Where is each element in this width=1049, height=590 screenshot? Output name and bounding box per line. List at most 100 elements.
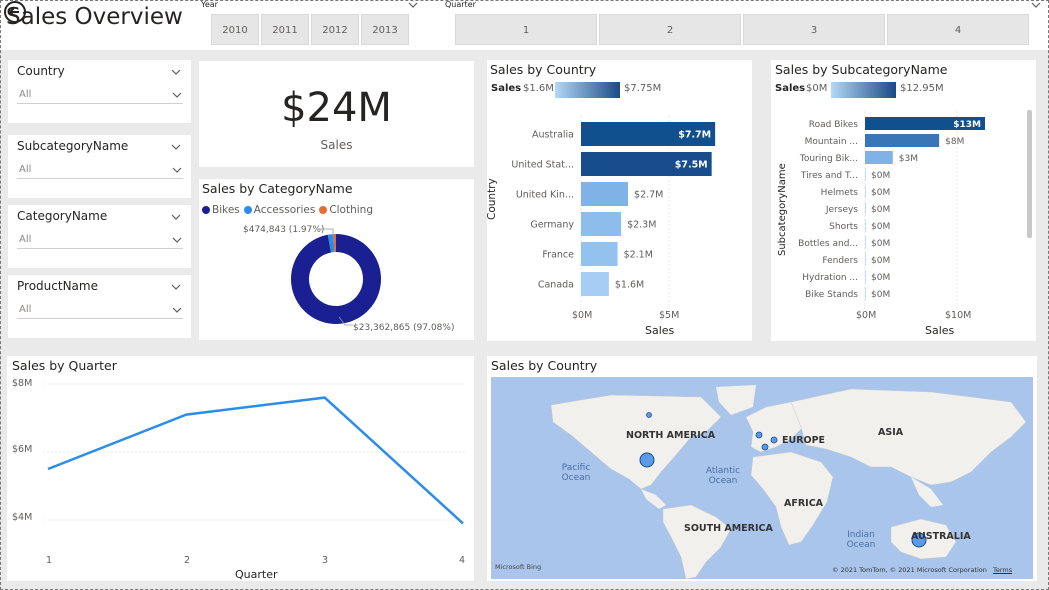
chevron-down-icon[interactable]	[408, 1, 418, 9]
quarter-tile[interactable]: 1	[455, 14, 597, 45]
bar-value-label: $3M	[899, 154, 918, 164]
quarter-tile[interactable]: 2	[599, 14, 741, 45]
bar[interactable]	[865, 202, 866, 215]
bar[interactable]	[865, 236, 866, 249]
quarter-y-tick: $8M	[12, 378, 33, 389]
bar-category-label: Road Bikes	[809, 120, 859, 130]
quarter-line-card: Sales by Quarter $8M $6M $4M 1 2 3 4 Qua…	[7, 356, 474, 581]
filter-label: ProductName	[17, 279, 98, 293]
map-label-pacific: Pacific Ocean	[561, 463, 591, 483]
bar-category-label: Jerseys	[825, 205, 858, 215]
bar-value-label: $0M	[871, 222, 890, 232]
quarter-tile[interactable]: 4	[887, 14, 1029, 45]
filter-dropdown-card: CategoryName All	[8, 205, 191, 268]
filter-select[interactable]: All	[17, 299, 183, 319]
bar-value-label: $0M	[871, 205, 890, 215]
bar[interactable]	[581, 182, 629, 206]
bar-value-label: $0M	[871, 290, 890, 300]
bar-category-label: Helmets	[821, 188, 859, 198]
quarter-tile[interactable]: 3	[743, 14, 885, 45]
bar[interactable]	[581, 272, 609, 296]
bar-category-label: Touring Bik...	[799, 154, 858, 164]
filter-select[interactable]: All	[17, 84, 183, 104]
bar-value-label: $8M	[945, 137, 964, 147]
bar-category-label: France	[542, 250, 574, 261]
bar[interactable]	[865, 185, 866, 198]
bar[interactable]	[865, 151, 893, 164]
bar-value-label: $7.7M	[678, 130, 711, 141]
subcat-scrollbar[interactable]	[1027, 110, 1032, 238]
bar-value-label: $13M	[953, 120, 981, 130]
bar-value-label: $2.7M	[634, 190, 663, 201]
quarter-x-tick: 3	[322, 555, 329, 566]
year-slicer-label: Year	[201, 0, 218, 9]
bar-category-label: Shorts	[829, 222, 858, 232]
filter-value: All	[19, 89, 32, 100]
country-bar-card: Sales by Country Sales $1.6M $7.75M Coun…	[486, 60, 752, 341]
year-tile[interactable]: 2013	[361, 14, 409, 45]
bar-category-label: Germany	[530, 220, 574, 231]
bar[interactable]	[865, 287, 866, 300]
line-series[interactable]	[47, 396, 464, 525]
bubble-united-kingdom	[755, 431, 763, 439]
bar[interactable]	[865, 134, 940, 147]
quarter-x-tick: 4	[459, 555, 466, 566]
year-tile[interactable]: 2012	[311, 14, 359, 45]
kpi-card: $24M Sales	[199, 61, 474, 167]
country-bar-chart: Australia $7.7M United Stat... $7.5M United …	[511, 116, 716, 310]
subcat-bar-chart: Road Bikes $13M Mountain ... $8M Touring Bik…	[798, 111, 985, 310]
bubble-canada	[646, 412, 652, 418]
map-label-asia: ASIA	[878, 427, 904, 438]
filter-value: All	[19, 234, 32, 245]
bar-category-label: Bike Stands	[805, 290, 858, 300]
chevron-down-icon	[172, 237, 182, 243]
bubble-united-states	[639, 452, 655, 468]
page-title: Sales Overview	[6, 4, 183, 30]
quarter-y-tick: $6M	[12, 444, 33, 455]
bar-value-label: $0M	[871, 239, 890, 249]
year-tile[interactable]: 2010	[211, 14, 259, 45]
map-canvas[interactable]: NORTH AMERICA EUROPE ASIA AFRICA SOUTH A…	[491, 377, 1033, 579]
filter-label: Country	[17, 64, 65, 78]
bing-logo: Microsoft Bing	[495, 563, 542, 571]
filter-select[interactable]: All	[17, 159, 183, 179]
bar[interactable]	[581, 212, 622, 236]
filter-dropdown-card: Country All	[8, 60, 191, 123]
bar[interactable]	[865, 270, 866, 283]
bar-value-label: $2.3M	[627, 220, 656, 231]
bubble-france	[761, 443, 769, 451]
bar[interactable]	[865, 219, 866, 232]
subcat-x-tick: $10M	[945, 310, 972, 321]
filter-dropdown-card: SubcategoryName All	[8, 135, 191, 198]
bar[interactable]	[581, 242, 618, 266]
chevron-down-icon[interactable]	[171, 143, 181, 151]
filter-dropdown-card: ProductName All	[8, 275, 191, 338]
bar[interactable]	[865, 253, 866, 266]
bar-category-label: United Kin...	[516, 190, 574, 201]
chevron-down-icon	[172, 92, 182, 98]
filter-label: SubcategoryName	[17, 139, 129, 153]
bar[interactable]	[865, 168, 866, 181]
map-card: Sales by Country NORTH AMERICA EUROPE AS…	[487, 356, 1037, 581]
chevron-down-icon[interactable]	[1031, 1, 1041, 9]
bar-category-label: Bottles and...	[798, 239, 858, 249]
year-tile[interactable]: 2011	[261, 14, 309, 45]
subcat-x-axis-title: Sales	[925, 324, 955, 337]
bar-value-label: $0M	[871, 188, 890, 198]
bar-category-label: Fenders	[822, 256, 858, 266]
quarter-y-tick: $4M	[12, 512, 33, 523]
bar-value-label: $0M	[871, 273, 890, 283]
chevron-down-icon[interactable]	[171, 68, 181, 76]
country-x-tick: $5M	[659, 310, 680, 321]
chevron-down-icon[interactable]	[171, 283, 181, 291]
filter-label: CategoryName	[17, 209, 108, 223]
bar-category-label: Hydration ...	[802, 273, 858, 283]
chevron-down-icon[interactable]	[171, 213, 181, 221]
bar-category-label: Canada	[538, 280, 574, 291]
country-x-axis-title: Sales	[645, 324, 675, 337]
quarter-x-tick: 2	[184, 555, 191, 566]
filter-select[interactable]: All	[17, 229, 183, 249]
subcat-bar-card: Sales by SubcategoryName Sales $0M $12.9…	[771, 60, 1036, 341]
donut-chart	[291, 228, 381, 326]
map-terms-link[interactable]: Terms	[993, 566, 1012, 574]
